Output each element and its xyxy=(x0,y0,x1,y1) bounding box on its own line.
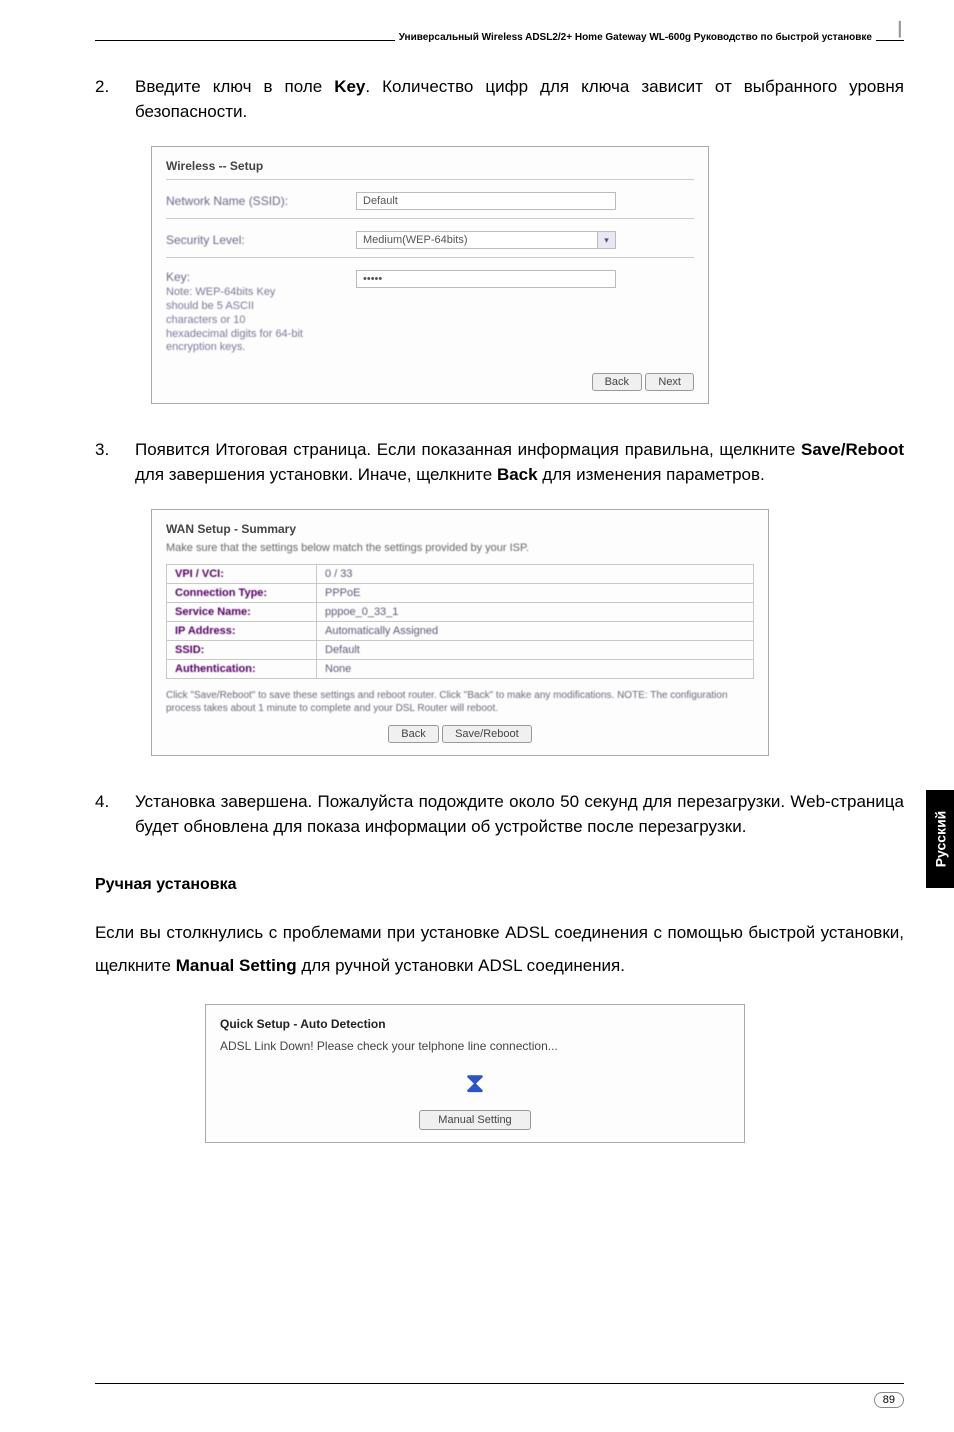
panel-title: WAN Setup - Summary xyxy=(166,522,754,536)
panel-title: Quick Setup - Auto Detection xyxy=(220,1017,730,1031)
back-button[interactable]: Back xyxy=(388,725,438,743)
ssid-input[interactable]: Default xyxy=(356,192,616,210)
security-level-select[interactable]: Medium(WEP-64bits) ▾ xyxy=(356,231,616,249)
hourglass-icon: ⧗ xyxy=(220,1067,730,1100)
key-label: Key: xyxy=(166,270,356,284)
step-number: 4. xyxy=(95,790,135,839)
table-row: Service Name:pppoe_0_33_1 xyxy=(167,603,754,622)
summary-table: VPI / VCI:0 / 33 Connection Type:PPPoE S… xyxy=(166,564,754,679)
save-reboot-button[interactable]: Save/Reboot xyxy=(442,725,532,743)
key-hint: Note: WEP-64bits Key should be 5 ASCII c… xyxy=(166,286,306,355)
wan-summary-panel: WAN Setup - Summary Make sure that the s… xyxy=(151,509,769,756)
wireless-setup-panel: Wireless -- Setup Network Name (SSID): D… xyxy=(151,146,709,404)
step-text: Введите ключ в поле Key. Количество цифр… xyxy=(135,75,904,124)
doc-header-title: Универсальный Wireless ADSL2/2+ Home Gat… xyxy=(395,32,876,43)
step-number: 3. xyxy=(95,438,135,487)
footer-divider xyxy=(95,1383,904,1384)
security-level-label: Security Level: xyxy=(166,233,356,247)
summary-intro: Make sure that the settings below match … xyxy=(166,542,754,554)
table-row: VPI / VCI:0 / 33 xyxy=(167,565,754,584)
key-input[interactable]: ••••• xyxy=(356,270,616,288)
auto-detection-panel: Quick Setup - Auto Detection ADSL Link D… xyxy=(205,1004,745,1143)
table-row: Connection Type:PPPoE xyxy=(167,584,754,603)
adsl-status-msg: ADSL Link Down! Please check your telpho… xyxy=(220,1039,730,1053)
back-button[interactable]: Back xyxy=(592,373,642,391)
language-tab: Русский xyxy=(926,790,954,888)
page-number: 89 xyxy=(874,1392,904,1408)
antenna-icon: ┃ xyxy=(896,21,904,38)
table-row: IP Address:Automatically Assigned xyxy=(167,622,754,641)
panel-title: Wireless -- Setup xyxy=(166,159,694,173)
table-row: Authentication:None xyxy=(167,660,754,679)
step-text: Установка завершена. Пожалуйста подождит… xyxy=(135,790,904,839)
table-row: SSID:Default xyxy=(167,641,754,660)
manual-setup-heading: Ручная установка xyxy=(95,876,904,894)
step-text: Появится Итоговая страница. Если показан… xyxy=(135,438,904,487)
next-button[interactable]: Next xyxy=(645,373,694,391)
chevron-down-icon: ▾ xyxy=(597,232,615,248)
summary-note: Click "Save/Reboot" to save these settin… xyxy=(166,689,754,715)
manual-setting-button[interactable]: Manual Setting xyxy=(419,1110,530,1130)
ssid-label: Network Name (SSID): xyxy=(166,194,356,208)
manual-setup-paragraph: Если вы столкнулись с проблемами при уст… xyxy=(95,916,904,982)
step-number: 2. xyxy=(95,75,135,124)
